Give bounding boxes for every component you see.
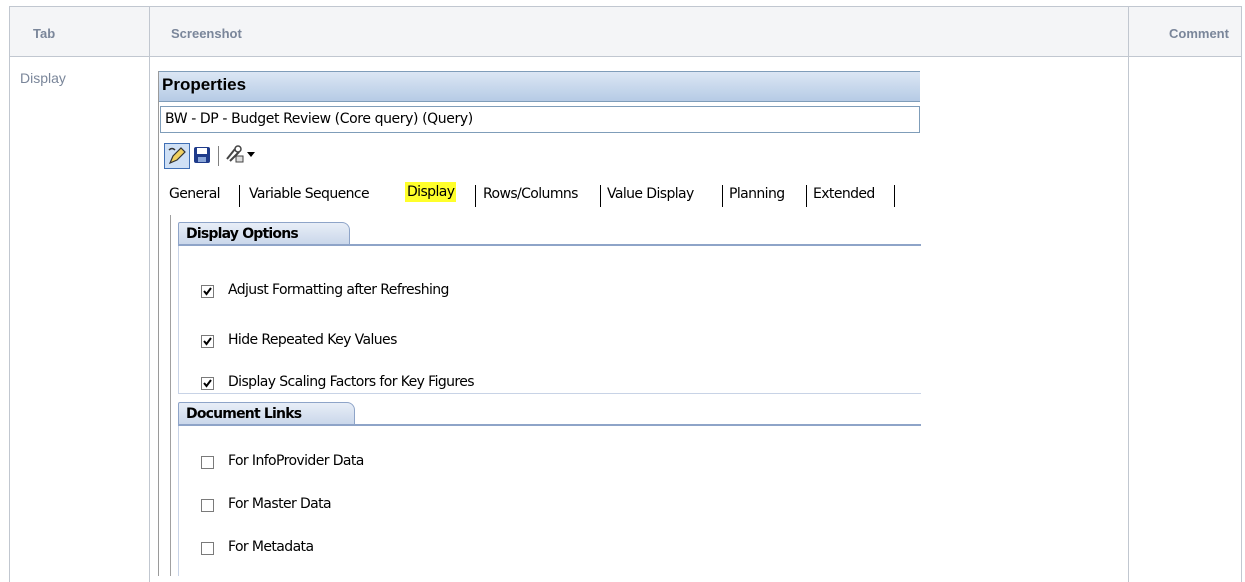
header-screenshot: Screenshot [171, 26, 242, 41]
tab-separator [475, 185, 476, 207]
tab-planning[interactable]: Planning [729, 186, 785, 202]
tab-separator [239, 185, 240, 207]
checkbox-checked[interactable] [201, 335, 214, 348]
tab-variable-sequence[interactable]: Variable Sequence [249, 186, 370, 202]
column-divider [1241, 7, 1242, 582]
checkbox-checked[interactable] [201, 285, 214, 298]
tab-separator [894, 185, 895, 207]
tab-general[interactable]: General [169, 186, 221, 202]
query-name-field[interactable]: BW - DP - Budget Review (Core query) (Qu… [160, 106, 920, 133]
option-label: For InfoProvider Data [228, 453, 364, 469]
properties-title-bar: Properties [159, 71, 920, 102]
dropdown-arrow-icon [247, 152, 255, 157]
row-tab-cell: Display [20, 70, 66, 86]
tab-separator [806, 185, 807, 207]
display-options-header: Display Options [178, 222, 350, 245]
header-comment: Comment [1169, 26, 1229, 41]
table-header-row: Tab Screenshot Comment [10, 7, 1242, 57]
option-label: For Metadata [228, 539, 314, 555]
option-label: For Master Data [228, 496, 332, 512]
toolbar-separator [218, 146, 219, 166]
edit-icon [168, 147, 186, 165]
document-links-header: Document Links [178, 402, 355, 425]
option-label: Adjust Formatting after Refreshing [228, 282, 449, 298]
tab-separator [600, 185, 601, 207]
document-links-group: For InfoProvider Data For Master Data Fo… [178, 426, 921, 576]
checkbox-unchecked[interactable] [201, 499, 214, 512]
properties-toolbar [161, 143, 361, 171]
display-tab-content: Display Options Adjust Formatting after … [170, 215, 921, 576]
display-options-title: Display Options [186, 226, 299, 242]
properties-tabs: General Variable Sequence Display Rows/C… [169, 181, 919, 211]
edit-button[interactable] [164, 143, 190, 169]
column-divider [1128, 7, 1129, 582]
properties-title: Properties [162, 75, 247, 94]
save-button[interactable] [190, 143, 214, 167]
tools-icon [226, 145, 244, 163]
checkbox-unchecked[interactable] [201, 542, 214, 555]
column-divider [149, 7, 150, 582]
checkbox-unchecked[interactable] [201, 456, 214, 469]
tab-separator [722, 185, 723, 207]
tab-rows-columns[interactable]: Rows/Columns [483, 186, 578, 202]
header-tab: Tab [33, 26, 56, 41]
option-label: Display Scaling Factors for Key Figures [228, 374, 475, 390]
properties-panel: Properties BW - DP - Budget Review (Core… [158, 71, 921, 576]
display-options-group: Adjust Formatting after Refreshing Hide … [178, 246, 921, 394]
option-label: Hide Repeated Key Values [228, 332, 397, 348]
tools-menu-button[interactable] [224, 143, 258, 167]
tab-extended[interactable]: Extended [813, 186, 875, 202]
tab-display[interactable]: Display [405, 182, 457, 202]
save-icon [194, 147, 210, 163]
query-name-text: BW - DP - Budget Review (Core query) (Qu… [165, 111, 473, 127]
tab-value-display[interactable]: Value Display [607, 186, 694, 202]
checkbox-checked[interactable] [201, 377, 214, 390]
document-links-title: Document Links [186, 406, 302, 422]
